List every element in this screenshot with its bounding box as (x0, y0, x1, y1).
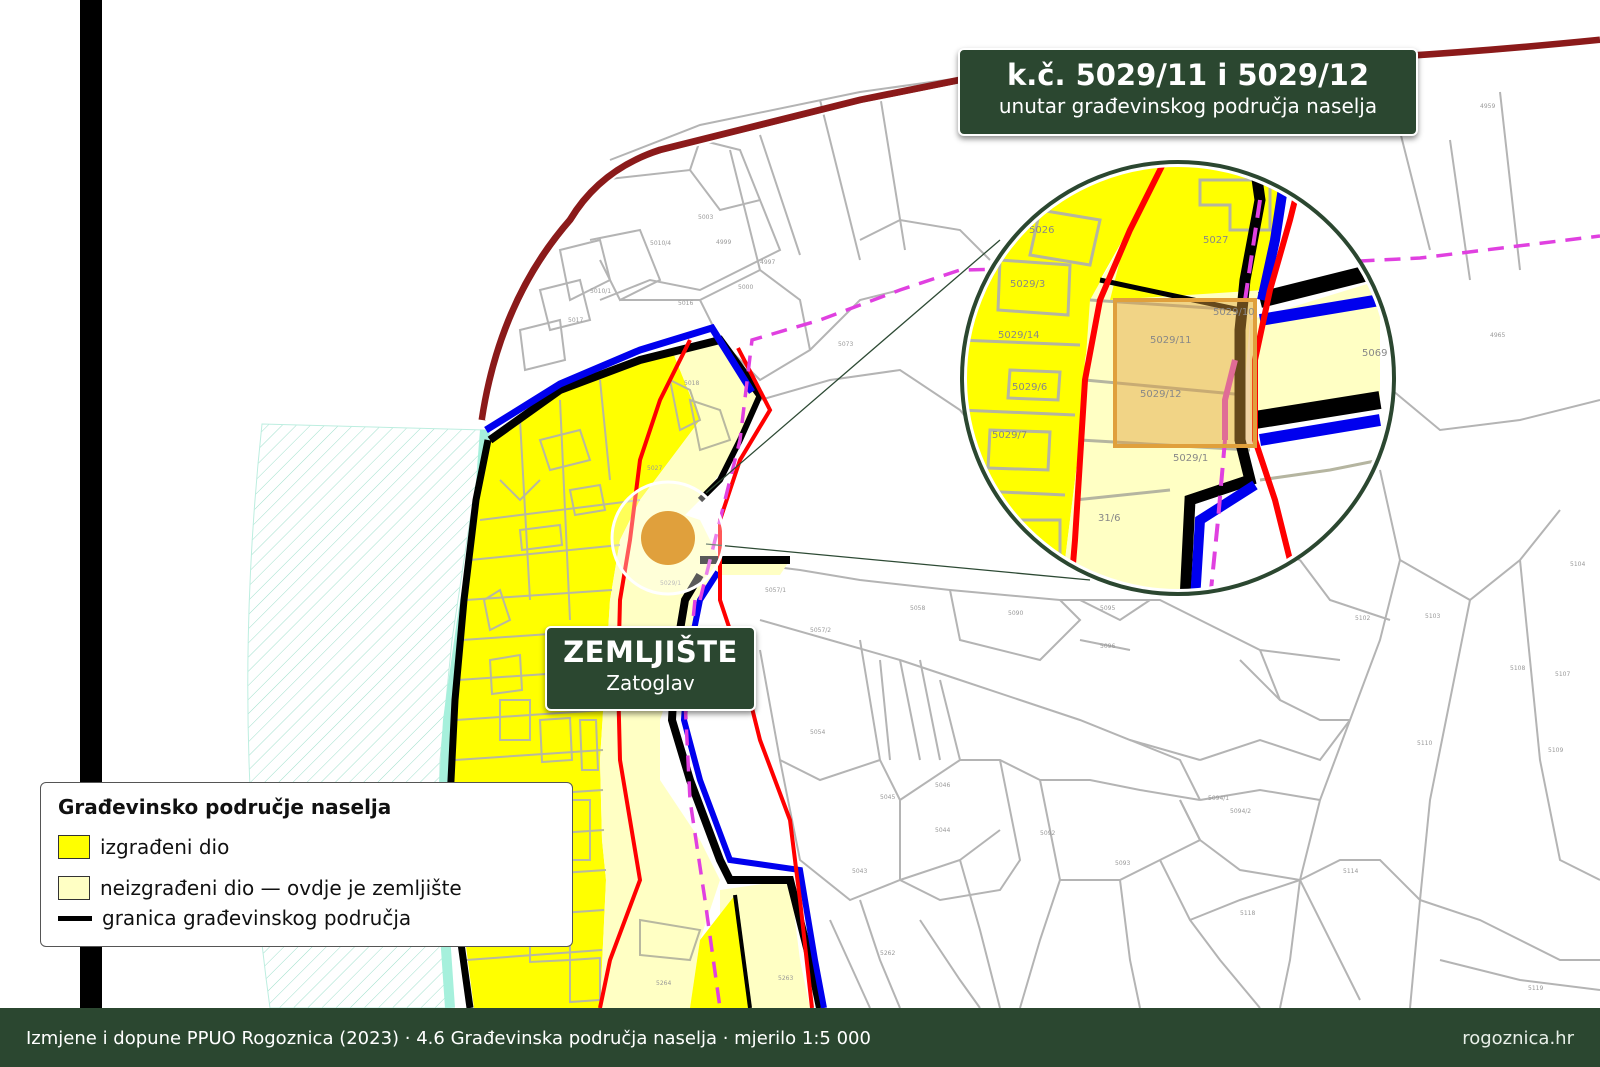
svg-text:5017: 5017 (568, 317, 583, 324)
footer-caption: Izmjene i dopune PPUO Rogoznica (2023) ·… (26, 1028, 871, 1049)
svg-text:5029/10: 5029/10 (1213, 307, 1255, 318)
zoom-inset[interactable]: 5027 5026 5029/3 5029/14 5029/6 5029/7 5… (960, 160, 1600, 600)
svg-text:5054: 5054 (810, 729, 825, 736)
legend-title: Građevinsko područje naselja (58, 795, 392, 819)
svg-text:5026: 5026 (1029, 225, 1054, 236)
built-swatch (58, 835, 90, 859)
svg-text:5094/2: 5094/2 (1230, 808, 1251, 815)
unbuilt-swatch (58, 876, 90, 900)
svg-text:5119: 5119 (1528, 985, 1543, 992)
svg-text:5093: 5093 (1115, 860, 1130, 867)
svg-text:5108: 5108 (1510, 665, 1525, 672)
svg-text:5058: 5058 (910, 605, 925, 612)
svg-text:5057/2: 5057/2 (810, 627, 831, 634)
location-marker[interactable] (641, 511, 695, 565)
svg-text:5264: 5264 (656, 980, 671, 987)
svg-text:5027: 5027 (1203, 235, 1228, 246)
parcel-label-subtitle: unutar građevinskog područja naselja (998, 94, 1378, 118)
svg-text:5029/12: 5029/12 (1140, 389, 1182, 400)
svg-text:5010/4: 5010/4 (650, 240, 671, 247)
legend-item-boundary: granica građevinskog područja (58, 904, 411, 932)
svg-text:5044: 5044 (935, 827, 950, 834)
legend-label-boundary: granica građevinskog područja (102, 906, 412, 930)
svg-text:5027: 5027 (647, 465, 662, 472)
svg-text:5118: 5118 (1240, 910, 1255, 917)
map-legend: Građevinsko područje naselja izgrađeni d… (40, 782, 573, 947)
svg-text:5029/7: 5029/7 (992, 430, 1027, 441)
svg-text:5016: 5016 (678, 300, 693, 307)
svg-text:5069: 5069 (1362, 348, 1387, 359)
svg-text:5104: 5104 (1570, 561, 1585, 568)
legend-label-unbuilt: neizgrađeni dio — ovdje je zemljište (100, 876, 462, 900)
legend-label-built: izgrađeni dio (100, 835, 230, 859)
svg-text:5096: 5096 (1100, 643, 1115, 650)
legend-item-built: izgrađeni dio (58, 833, 229, 861)
svg-text:5057/1: 5057/1 (765, 587, 786, 594)
svg-text:31/6: 31/6 (1098, 513, 1120, 524)
svg-text:5092: 5092 (1040, 830, 1055, 837)
svg-text:4959: 4959 (1480, 103, 1495, 110)
svg-text:5045: 5045 (880, 794, 895, 801)
svg-text:5029/3: 5029/3 (1010, 279, 1045, 290)
parcel-label: k.č. 5029/11 i 5029/12 unutar građevinsk… (958, 48, 1418, 136)
svg-text:5029/1: 5029/1 (1173, 453, 1208, 464)
legend-item-unbuilt: neizgrađeni dio — ovdje je zemljište (58, 874, 462, 902)
svg-text:5043: 5043 (852, 868, 867, 875)
svg-text:5094/1: 5094/1 (1208, 795, 1229, 802)
land-label: ZEMLJIŠTE Zatoglav (545, 626, 756, 711)
svg-text:5010/1: 5010/1 (590, 288, 611, 295)
footer-bar: Izmjene i dopune PPUO Rogoznica (2023) ·… (0, 1008, 1600, 1067)
svg-text:5029/11: 5029/11 (1150, 335, 1192, 346)
svg-text:5103: 5103 (1425, 613, 1440, 620)
map-stage: 4959 4965 4999 4997 5000 5003 5010/4 501… (0, 0, 1600, 1067)
parcel-label-title: k.č. 5029/11 i 5029/12 (1006, 58, 1370, 92)
svg-text:5114: 5114 (1343, 868, 1358, 875)
svg-text:5018: 5018 (684, 380, 699, 387)
svg-text:4997: 4997 (760, 259, 775, 266)
svg-text:5003: 5003 (698, 214, 713, 221)
svg-text:5262: 5262 (880, 950, 895, 957)
svg-text:5000: 5000 (738, 284, 753, 291)
land-label-title: ZEMLJIŠTE (563, 635, 738, 669)
svg-text:5102: 5102 (1355, 615, 1370, 622)
footer-website-link[interactable]: rogoznica.hr (1462, 1028, 1574, 1049)
svg-text:5073: 5073 (838, 341, 853, 348)
svg-text:5110: 5110 (1417, 740, 1432, 747)
svg-text:4999: 4999 (716, 239, 731, 246)
svg-text:5109: 5109 (1548, 747, 1563, 754)
svg-text:5095: 5095 (1100, 605, 1115, 612)
svg-text:4965: 4965 (1490, 332, 1505, 339)
svg-text:5263: 5263 (778, 975, 793, 982)
svg-text:5107: 5107 (1555, 671, 1570, 678)
svg-text:5090: 5090 (1008, 610, 1023, 617)
boundary-swatch (58, 915, 92, 921)
land-label-subtitle: Zatoglav (606, 671, 695, 695)
svg-text:5029/14: 5029/14 (998, 330, 1040, 341)
svg-text:5029/6: 5029/6 (1012, 382, 1047, 393)
svg-text:5046: 5046 (935, 782, 950, 789)
